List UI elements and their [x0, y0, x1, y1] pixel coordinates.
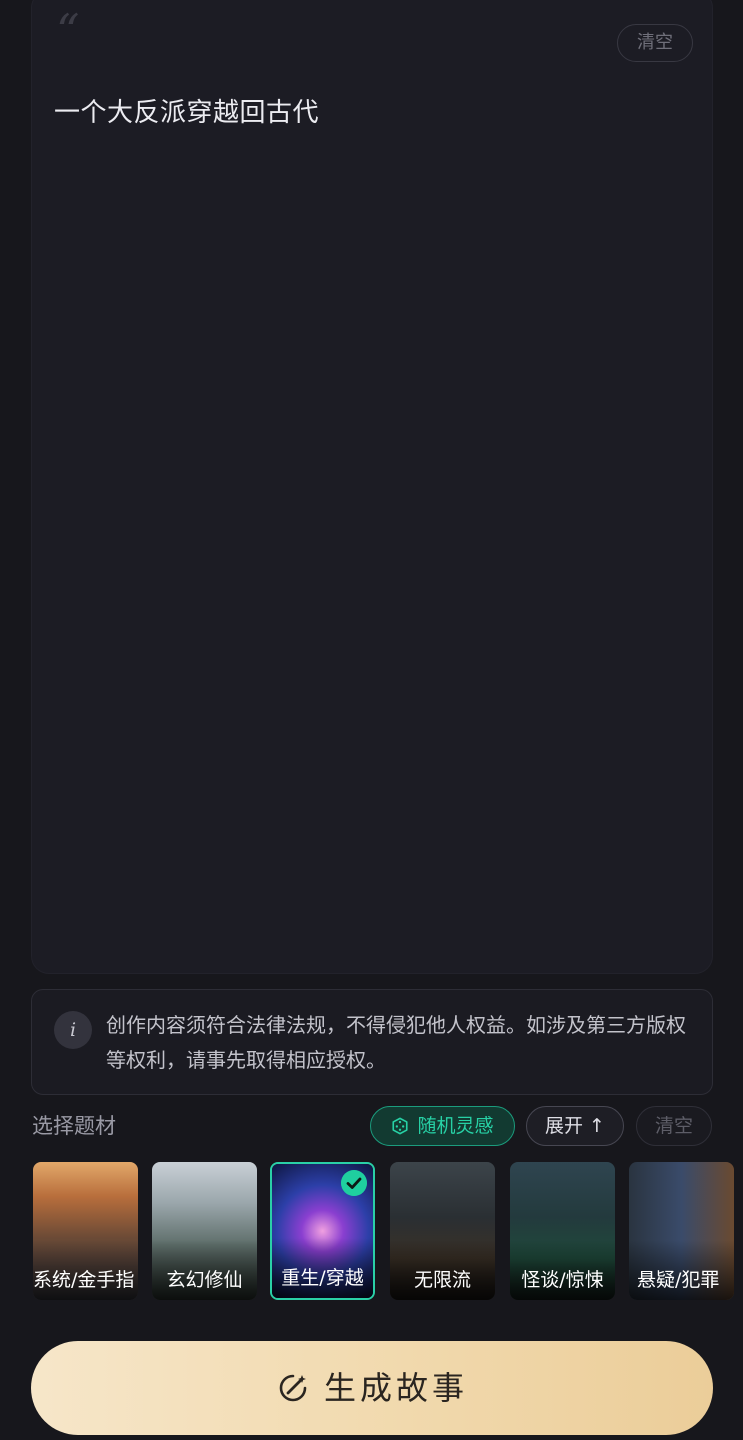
clear-prompt-button[interactable]: 清空 — [617, 24, 693, 62]
dice-icon — [392, 1117, 409, 1135]
topic-card-label: 玄幻修仙 — [166, 1269, 243, 1291]
prompt-input[interactable]: 一个大反派穿越回古代 — [54, 92, 319, 129]
topic-card-infinite[interactable]: 无限流 — [390, 1162, 495, 1300]
checkmark-icon — [341, 1170, 367, 1196]
generate-story-button[interactable]: 生成故事 — [31, 1341, 713, 1435]
random-inspiration-label: 随机灵感 — [417, 1115, 494, 1137]
prompt-card[interactable] — [31, 0, 713, 974]
generate-story-label: 生成故事 — [323, 1369, 468, 1407]
topic-card-list[interactable]: 系统/金手指 玄幻修仙 重生/穿越 无限流 怪谈/惊悚 悬疑/犯罪 — [0, 1160, 743, 1305]
topic-card-label: 悬疑/犯罪 — [637, 1269, 720, 1291]
info-icon: i — [54, 1011, 92, 1049]
clear-topics-button[interactable]: 清空 — [636, 1106, 712, 1146]
magic-wand-icon — [279, 1374, 307, 1402]
topic-card-label: 怪谈/惊悚 — [521, 1269, 604, 1291]
topic-card-system[interactable]: 系统/金手指 — [33, 1162, 138, 1300]
expand-button[interactable]: 展开 ↑ — [526, 1106, 624, 1146]
legal-notice-text: 创作内容须符合法律法规，不得侵犯他人权益。如涉及第三方版权等权利，请事先取得相应… — [106, 1013, 686, 1072]
topic-card-label: 系统/金手指 — [33, 1269, 135, 1291]
topic-card-horror[interactable]: 怪谈/惊悚 — [510, 1162, 615, 1300]
topic-card-label: 重生/穿越 — [281, 1267, 364, 1289]
topic-card-mystery[interactable]: 悬疑/犯罪 — [629, 1162, 734, 1300]
topic-section-label: 选择题材 — [32, 1114, 116, 1138]
topic-card-label: 无限流 — [413, 1269, 471, 1291]
quote-icon: “ — [56, 4, 80, 58]
topic-card-xuanhuan[interactable]: 玄幻修仙 — [152, 1162, 257, 1300]
random-inspiration-button[interactable]: 随机灵感 — [370, 1106, 515, 1146]
topic-card-rebirth[interactable]: 重生/穿越 — [270, 1162, 375, 1300]
